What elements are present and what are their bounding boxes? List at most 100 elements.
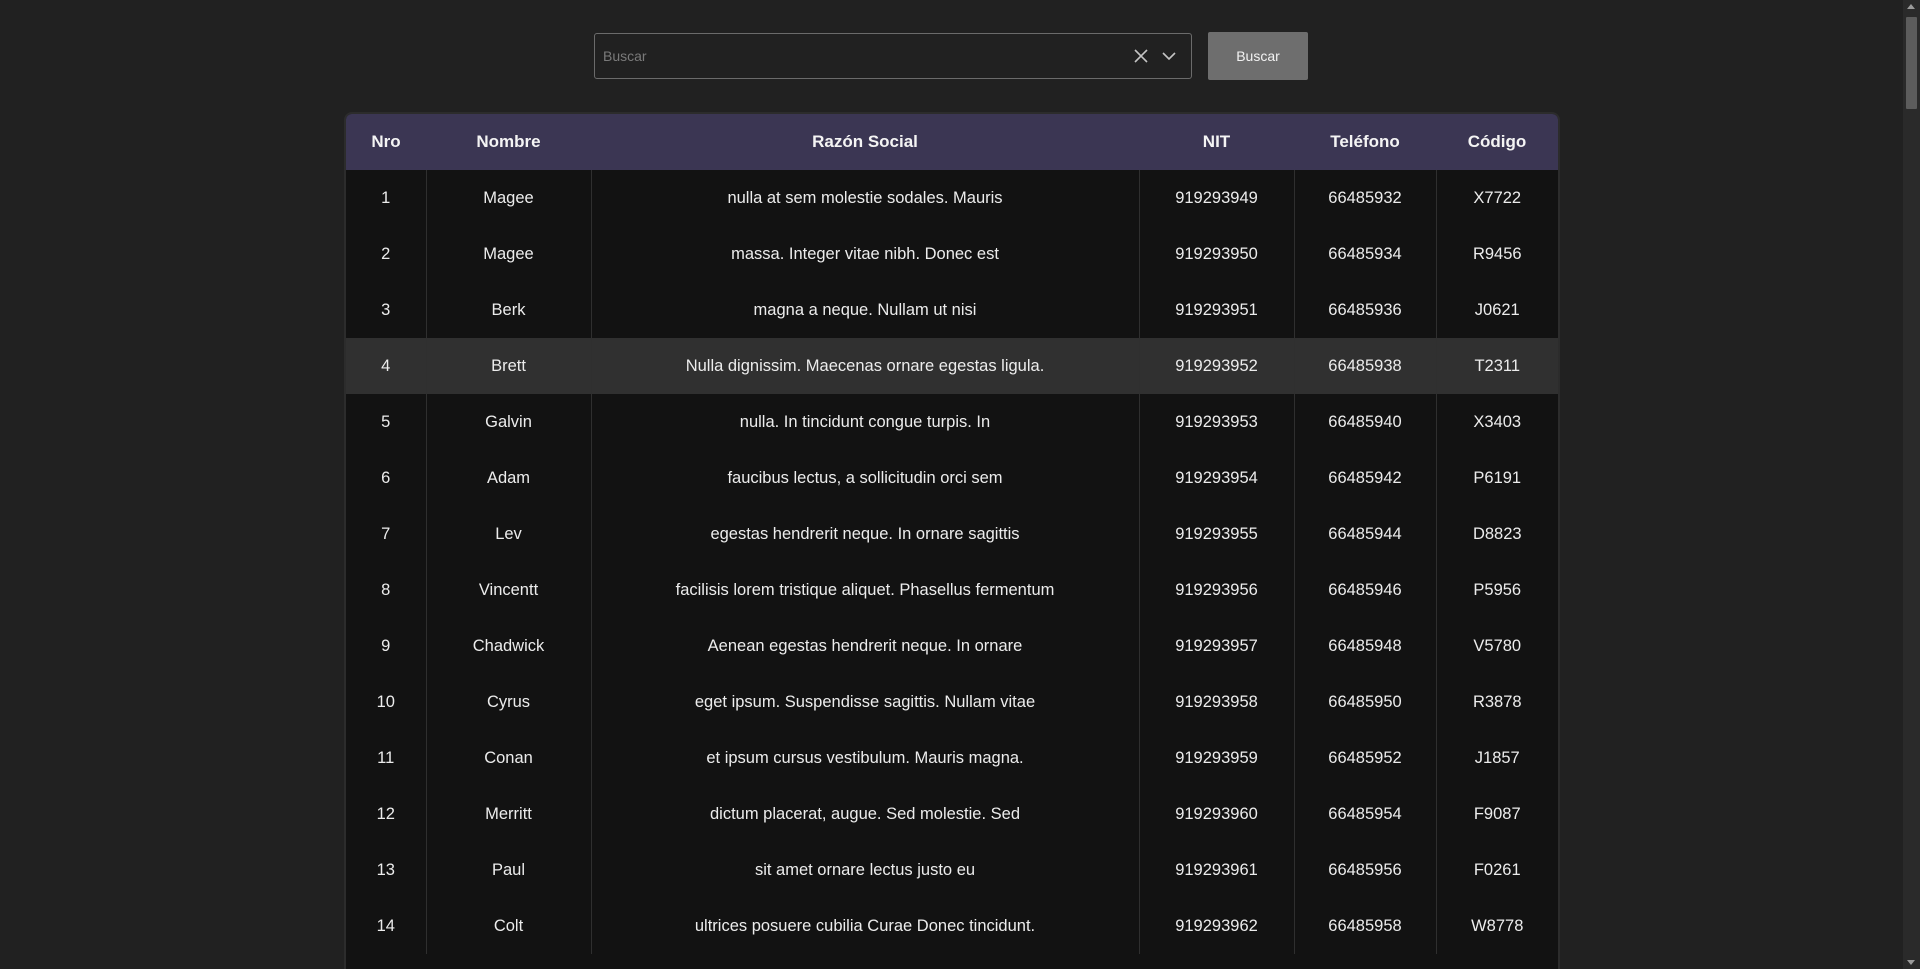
cell-codigo: P6191 [1435,450,1558,506]
results-table: Nro Nombre Razón Social NIT Teléfono Cód… [344,112,1560,969]
cell-razon-social: et ipsum cursus vestibulum. Mauris magna… [590,730,1139,786]
cell-codigo: J0621 [1435,282,1558,338]
cell-nit: 919293959 [1138,730,1294,786]
table-row[interactable]: 6 Adam faucibus lectus, a sollicitudin orc… [346,450,1558,506]
cell-telefono: 66485932 [1293,170,1436,226]
cell-telefono: 66485948 [1293,618,1436,674]
table-row[interactable]: 1 Magee nulla at sem molestie sodales. Mau… [346,170,1558,226]
table-row[interactable]: 9 Chadwick Aenean egestas hendrerit neque.… [346,618,1558,674]
table-row[interactable]: 4 Brett Nulla dignissim. Maecenas ornare e… [346,338,1558,394]
cell-telefono: 66485946 [1293,562,1436,618]
column-header-codigo: Código [1436,114,1558,170]
cell-nro: 10 [376,692,395,711]
cell-nro: 13 [376,860,395,879]
cell-razon-social: dictum placerat, augue. Sed molestie. Se… [590,786,1139,842]
table-body: 1 Magee nulla at sem molestie sodales. Mau… [346,170,1558,954]
cell-codigo: T2311 [1435,338,1558,394]
table-row[interactable]: 10 Cyrus eget ipsum. Suspendisse sagittis.… [346,674,1558,730]
cell-codigo: W8778 [1435,898,1558,954]
cell-nombre: Merritt [425,786,591,842]
table-row[interactable]: 12 Merritt dictum placerat, augue. Sed mol… [346,786,1558,842]
cell-razon-social: ultrices posuere cubilia Curae Donec tin… [590,898,1139,954]
scroll-down-arrow-icon[interactable] [1907,960,1915,965]
cell-codigo: P5956 [1435,562,1558,618]
cell-codigo: R3878 [1435,674,1558,730]
cell-telefono: 66485936 [1293,282,1436,338]
cell-nro: 5 [381,412,391,431]
cell-nombre: Paul [425,842,591,898]
table-row[interactable]: 3 Berk magna a neque. Nullam ut nisi 919293… [346,282,1558,338]
cell-nombre: Lev [425,506,591,562]
cell-nit: 919293960 [1138,786,1294,842]
cell-nombre: Conan [425,730,591,786]
search-input[interactable] [595,33,1129,79]
column-header-nombre: Nombre [426,114,591,170]
cell-nro: 12 [376,804,395,823]
vertical-scrollbar[interactable] [1903,0,1920,969]
search-select[interactable] [594,33,1192,79]
cell-nit: 919293956 [1138,562,1294,618]
chevron-down-icon[interactable] [1157,44,1181,68]
cell-nombre: Colt [425,898,591,954]
table-row[interactable]: 14 Colt ultrices posuere cubilia Curae Don… [346,898,1558,954]
table-row[interactable]: 7 Lev egestas hendrerit neque. In ornare s… [346,506,1558,562]
cell-nit: 919293958 [1138,674,1294,730]
table-row[interactable]: 5 Galvin nulla. In tincidunt congue turpis… [346,394,1558,450]
cell-razon-social: faucibus lectus, a sollicitudin orci sem [590,450,1139,506]
cell-razon-social: massa. Integer vitae nibh. Donec est [590,226,1139,282]
table-row[interactable]: 11 Conan et ipsum cursus vestibulum. Mauri… [346,730,1558,786]
cell-codigo: R9456 [1435,226,1558,282]
cell-razon-social: facilisis lorem tristique aliquet. Phase… [590,562,1139,618]
table-row[interactable]: 2 Magee massa. Integer vitae nibh. Donec e… [346,226,1558,282]
cell-nit: 919293957 [1138,618,1294,674]
cell-nit: 919293955 [1138,506,1294,562]
cell-codigo: X3403 [1435,394,1558,450]
cell-razon-social: Nulla dignissim. Maecenas ornare egestas… [590,338,1139,394]
cell-codigo: F0261 [1435,842,1558,898]
cell-telefono: 66485940 [1293,394,1436,450]
cell-codigo: X7722 [1435,170,1558,226]
close-icon[interactable] [1129,44,1153,68]
cell-razon-social: sit amet ornare lectus justo eu [590,842,1139,898]
table-header: Nro Nombre Razón Social NIT Teléfono Cód… [346,114,1558,170]
cell-nit: 919293949 [1138,170,1294,226]
cell-nit: 919293954 [1138,450,1294,506]
cell-nro: 2 [381,244,391,263]
cell-nit: 919293952 [1138,338,1294,394]
cell-telefono: 66485934 [1293,226,1436,282]
cell-telefono: 66485938 [1293,338,1436,394]
cell-nro: 6 [381,468,391,487]
cell-nro: 11 [377,748,395,767]
cell-telefono: 66485944 [1293,506,1436,562]
table-row[interactable]: 8 Vincentt facilisis lorem tristique aliqu… [346,562,1558,618]
cell-nro: 1 [381,188,391,207]
cell-nit: 919293962 [1138,898,1294,954]
cell-codigo: J1857 [1435,730,1558,786]
cell-telefono: 66485958 [1293,898,1436,954]
cell-codigo: F9087 [1435,786,1558,842]
page: Buscar Nro Nombre Razón Social NIT Teléf… [0,0,1920,969]
cell-nro: 14 [376,916,395,935]
column-header-razon-social: Razón Social [591,114,1139,170]
cell-nombre: Magee [425,170,591,226]
cell-nombre: Vincentt [425,562,591,618]
column-header-nro: Nro [346,114,426,170]
cell-telefono: 66485942 [1293,450,1436,506]
cell-codigo: V5780 [1435,618,1558,674]
cell-nit: 919293953 [1138,394,1294,450]
scroll-up-arrow-icon[interactable] [1907,4,1915,9]
cell-nro: 7 [381,524,391,543]
cell-nro: 3 [381,300,391,319]
cell-nro: 8 [381,580,391,599]
cell-nombre: Magee [425,226,591,282]
scroll-thumb[interactable] [1906,17,1917,109]
cell-razon-social: magna a neque. Nullam ut nisi [590,282,1139,338]
cell-telefono: 66485954 [1293,786,1436,842]
cell-nombre: Adam [425,450,591,506]
search-button[interactable]: Buscar [1208,32,1308,80]
table-row[interactable]: 13 Paul sit amet ornare lectus justo eu 919… [346,842,1558,898]
cell-razon-social: egestas hendrerit neque. In ornare sagit… [590,506,1139,562]
cell-nombre: Galvin [425,394,591,450]
cell-razon-social: eget ipsum. Suspendisse sagittis. Nullam… [590,674,1139,730]
cell-telefono: 66485956 [1293,842,1436,898]
